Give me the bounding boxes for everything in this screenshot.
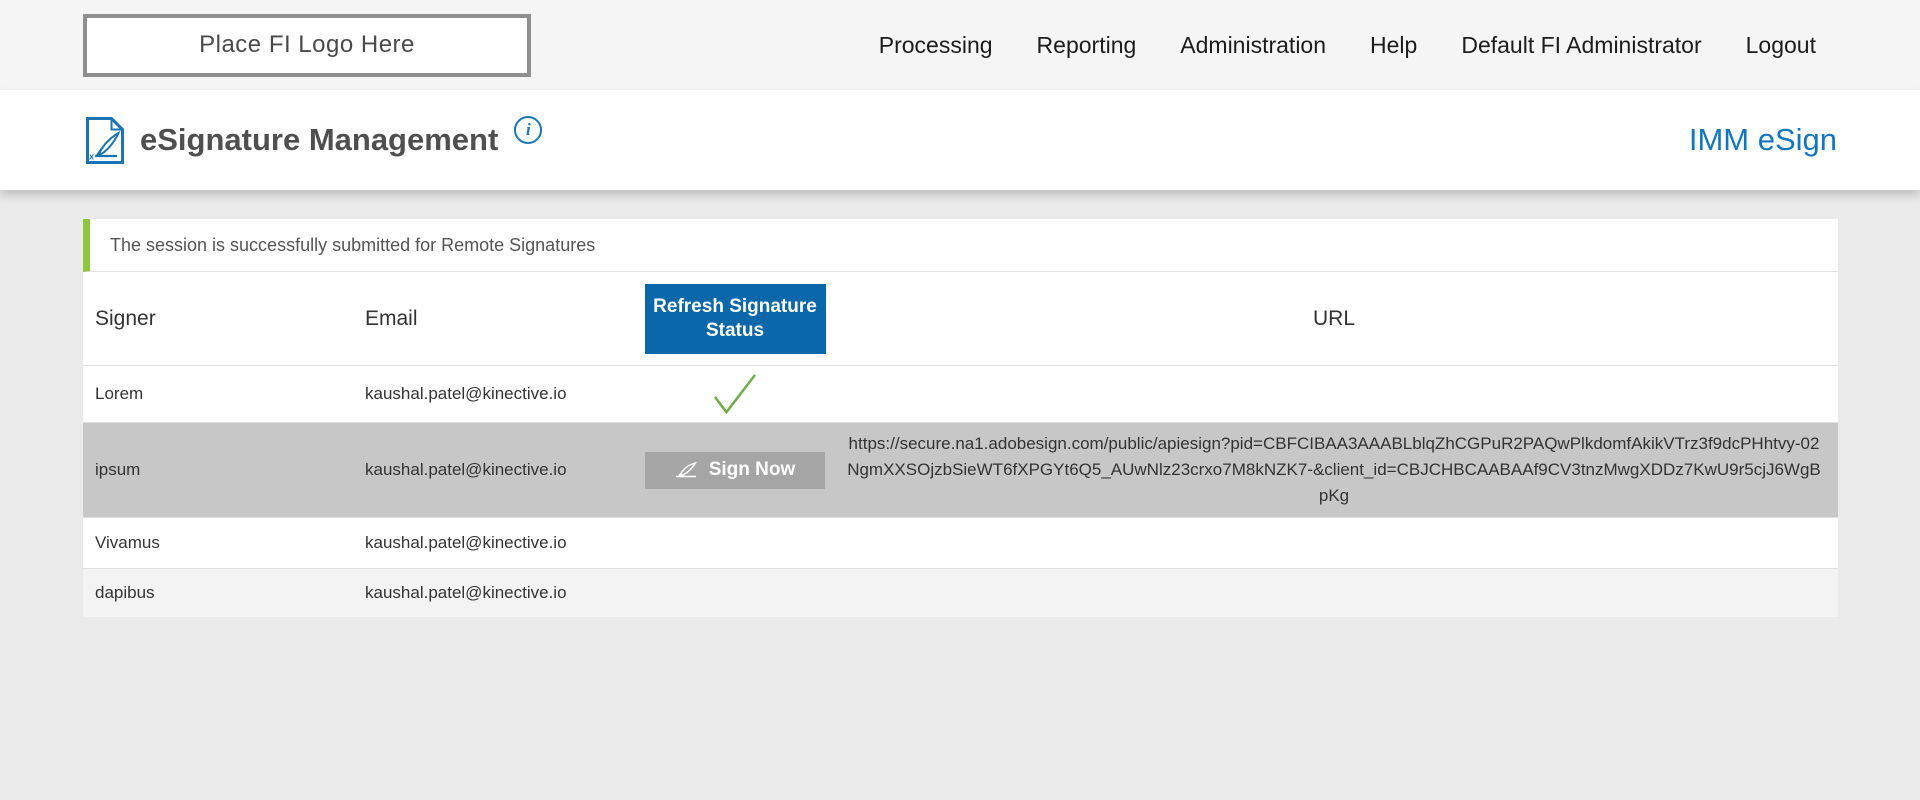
table-row: dapibus kaushal.patel@kinective.io: [83, 568, 1838, 617]
signing-url: https://secure.na1.adobesign.com/public/…: [830, 423, 1838, 517]
page-header: x eSignature Management i IMM eSign: [0, 90, 1920, 190]
info-icon-glyph: i: [526, 120, 531, 140]
success-alert: The session is successfully submitted fo…: [83, 219, 1838, 272]
signing-url: [830, 585, 1838, 601]
signer-email: kaushal.patel@kinective.io: [353, 460, 640, 480]
signer-email: kaushal.patel@kinective.io: [353, 583, 640, 603]
success-alert-text: The session is successfully submitted fo…: [110, 235, 595, 255]
refresh-signature-status-button[interactable]: Refresh Signature Status: [645, 284, 826, 354]
sign-now-button[interactable]: Sign Now: [645, 452, 825, 489]
esignature-session-card: The session is successfully submitted fo…: [83, 219, 1838, 617]
signer-name: Vivamus: [83, 533, 353, 553]
nav-item-help[interactable]: Help: [1370, 32, 1417, 59]
fi-logo-text: Place FI Logo Here: [199, 31, 415, 59]
signer-email: kaushal.patel@kinective.io: [353, 533, 640, 553]
signer-name: ipsum: [83, 460, 353, 480]
column-header-signer: Signer: [83, 307, 353, 331]
column-header-email: Email: [353, 307, 640, 331]
sign-now-button-label: Sign Now: [709, 459, 796, 481]
signers-table-header: Signer Email Refresh Signature Status UR…: [83, 272, 1838, 365]
signer-email: kaushal.patel@kinective.io: [353, 384, 640, 404]
main-nav: Processing Reporting Administration Help…: [879, 32, 1920, 59]
nav-item-administration[interactable]: Administration: [1180, 32, 1326, 59]
esignature-document-icon: x: [86, 117, 124, 164]
info-icon[interactable]: i: [514, 116, 542, 144]
table-row: Vivamus kaushal.patel@kinective.io: [83, 517, 1838, 568]
signing-url: [830, 535, 1838, 551]
signer-name: Lorem: [83, 384, 353, 404]
column-header-url: URL: [830, 307, 1838, 331]
page-title: eSignature Management: [140, 122, 498, 158]
top-navigation-bar: Place FI Logo Here Processing Reporting …: [0, 0, 1920, 90]
nav-item-reporting[interactable]: Reporting: [1037, 32, 1137, 59]
signed-check-icon: [713, 373, 757, 415]
svg-text:x: x: [89, 151, 94, 161]
signer-name: dapibus: [83, 583, 353, 603]
signing-url: [830, 386, 1838, 402]
nav-item-logout[interactable]: Logout: [1746, 32, 1816, 59]
nav-item-processing[interactable]: Processing: [879, 32, 993, 59]
table-row-selected: ipsum kaushal.patel@kinective.io Sign No…: [83, 422, 1838, 517]
table-row: Lorem kaushal.patel@kinective.io: [83, 365, 1838, 422]
nav-item-user-menu[interactable]: Default FI Administrator: [1461, 32, 1701, 59]
fi-logo-placeholder[interactable]: Place FI Logo Here: [83, 14, 531, 77]
product-brand: IMM eSign: [1689, 122, 1837, 158]
signature-quill-icon: [675, 462, 701, 478]
